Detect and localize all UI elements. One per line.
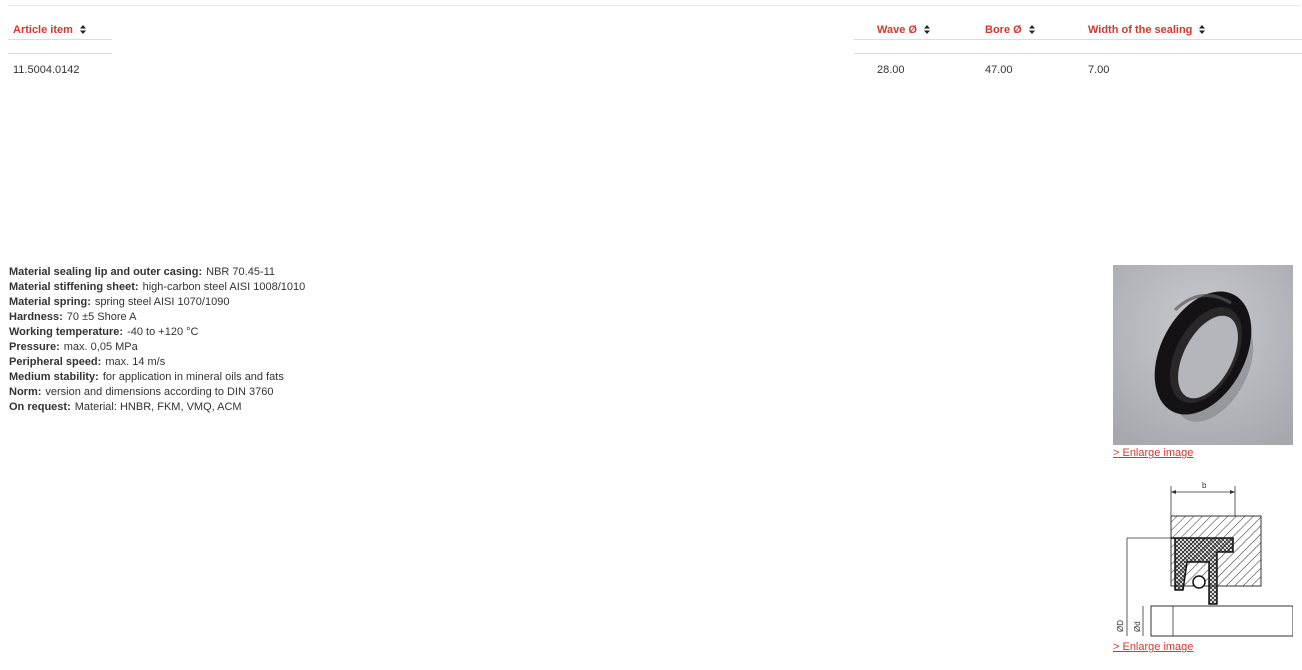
spec-value: NBR 70.45-11 [206, 266, 276, 278]
spec-value: max. 14 m/s [105, 356, 166, 368]
spec-value: high-carbon steel AISI 1008/1010 [142, 281, 306, 293]
col-header-width-label: Width of the sealing [1088, 24, 1193, 36]
cell-article[interactable]: 11.5004.0142 [13, 64, 79, 76]
spec-value: -40 to +120 °C [127, 326, 199, 338]
spec-value: for application in mineral oils and fats [102, 371, 284, 383]
spec-value: max. 0,05 MPa [63, 341, 138, 353]
spec-row: Working temperature: -40 to +120 °C [9, 325, 305, 340]
top-divider [8, 5, 1300, 6]
col-header-wave[interactable]: Wave Ø [877, 24, 930, 36]
row-divider-right [854, 53, 1302, 54]
spec-label: Peripheral speed: [9, 356, 102, 368]
dimension-b-label: b [1202, 481, 1207, 490]
spec-row: Material stiffening sheet: high-carbon st… [9, 280, 305, 295]
spec-label: Medium stability: [9, 371, 99, 383]
cell-bore: 47.00 [985, 64, 1013, 76]
enlarge-drawing-link[interactable]: > Enlarge image [1113, 641, 1193, 653]
col-header-bore[interactable]: Bore Ø [985, 24, 1035, 36]
spec-value: spring steel AISI 1070/1090 [94, 296, 230, 308]
sort-icon [923, 24, 930, 34]
sort-icon [1028, 24, 1035, 34]
spec-list: Material sealing lip and outer casing: NB… [9, 265, 305, 415]
spec-value: version and dimensions according to DIN … [45, 386, 274, 398]
spec-row: Material sealing lip and outer casing: NB… [9, 265, 305, 280]
spec-label: Material stiffening sheet: [9, 281, 139, 293]
sort-icon [1199, 24, 1206, 34]
col-header-wave-label: Wave Ø [877, 24, 917, 36]
col-header-width[interactable]: Width of the sealing [1088, 24, 1206, 36]
spec-row: Medium stability: for application in mine… [9, 370, 305, 385]
dimension-D-label: ØD [1116, 620, 1125, 632]
spec-label: Material spring: [9, 296, 91, 308]
spec-label: Norm: [9, 386, 42, 398]
row-divider-left [8, 53, 112, 54]
spec-label: Pressure: [9, 341, 60, 353]
header-underline-left [8, 39, 112, 40]
spec-row: Norm: version and dimensions according to… [9, 385, 305, 400]
spec-row: Material spring: spring steel AISI 1070/1… [9, 295, 305, 310]
spec-label: Material sealing lip and outer casing: [9, 266, 203, 278]
col-header-article[interactable]: Article item [13, 24, 86, 36]
spec-row: On request: Material: HNBR, FKM, VMQ, ACM [9, 400, 305, 415]
header-underline-right [854, 39, 1302, 40]
spec-value: Material: HNBR, FKM, VMQ, ACM [74, 401, 242, 413]
spec-row: Hardness: 70 ±5 Shore A [9, 310, 305, 325]
dimension-d-label: Ød [1133, 621, 1142, 632]
spec-row: Peripheral speed: max. 14 m/s [9, 355, 305, 370]
sort-icon [79, 24, 86, 34]
spec-row: Pressure: max. 0,05 MPa [9, 340, 305, 355]
technical-drawing[interactable]: b ØD Ød [1113, 478, 1293, 640]
product-photo[interactable] [1113, 265, 1293, 445]
col-header-bore-label: Bore Ø [985, 24, 1022, 36]
cell-width: 7.00 [1088, 64, 1110, 76]
col-header-article-label: Article item [13, 24, 73, 36]
spec-label: On request: [9, 401, 71, 413]
spec-label: Working temperature: [9, 326, 124, 338]
enlarge-image-link[interactable]: > Enlarge image [1113, 447, 1193, 459]
spec-label: Hardness: [9, 311, 63, 323]
spec-value: 70 ±5 Shore A [66, 311, 137, 323]
cell-wave: 28.00 [877, 64, 905, 76]
